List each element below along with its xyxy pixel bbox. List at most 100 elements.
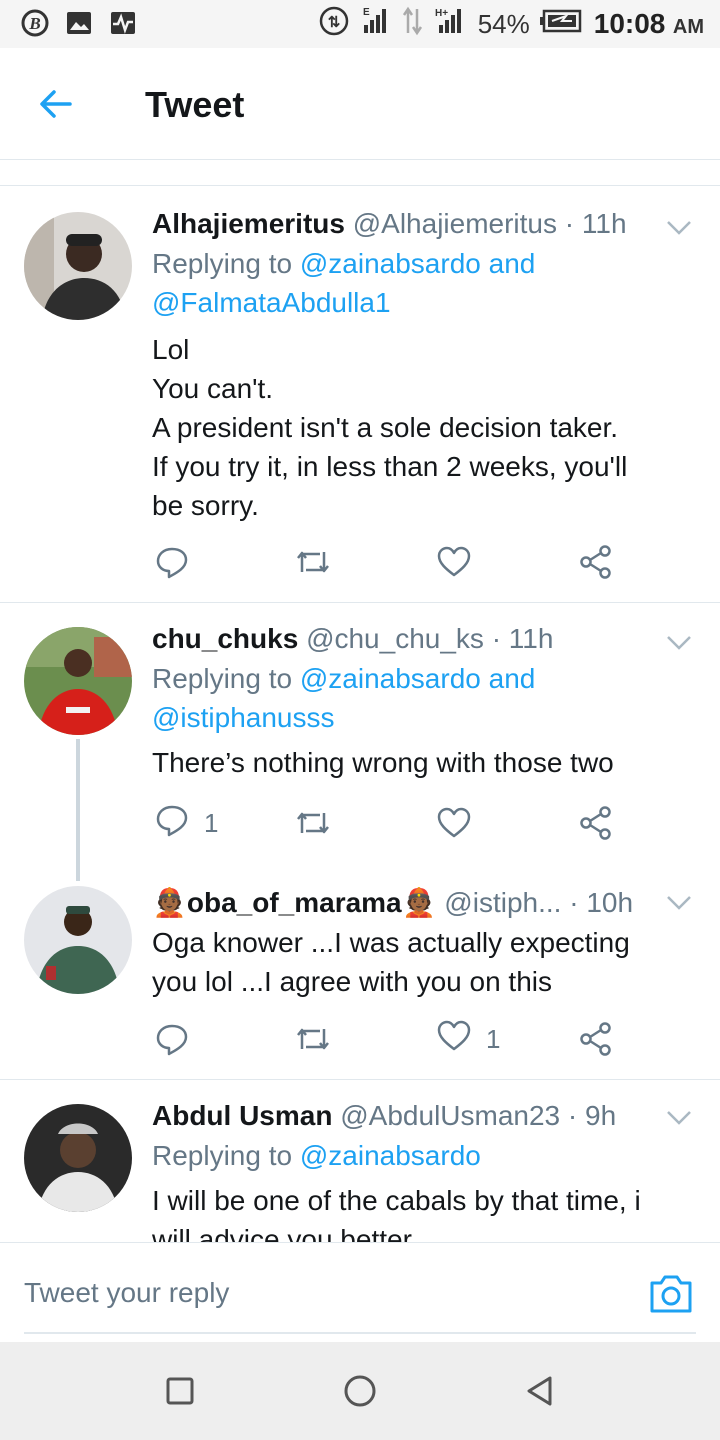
reply-icon[interactable]	[154, 1019, 190, 1059]
text-line: There’s nothing wrong with those two	[152, 747, 614, 778]
display-name[interactable]: chu_chuks	[152, 623, 298, 654]
signal-h-icon: H+	[434, 5, 468, 44]
avatar[interactable]	[24, 886, 132, 994]
replying-to: Replying to @zainabsardo and @FalmataAbd…	[152, 244, 692, 322]
tweet-text: Oga knower ...I was actually expecting y…	[152, 923, 692, 1001]
mention-link[interactable]: @zainabsardo	[300, 1140, 481, 1171]
hotspot-icon: ⇅	[318, 5, 350, 44]
text-line: be sorry.	[152, 490, 259, 521]
timestamp: · 11h	[491, 623, 554, 654]
text-line: will advice you better	[152, 1224, 412, 1242]
display-name[interactable]: Abdul Usman	[152, 1100, 332, 1131]
replying-prefix: Replying to	[152, 1140, 293, 1171]
image-icon	[64, 8, 94, 38]
like-icon	[436, 1018, 472, 1061]
reply-button[interactable]: 1	[154, 803, 218, 843]
share-icon[interactable]	[578, 1019, 614, 1059]
handle[interactable]: @Alhajiemeritus	[353, 208, 557, 239]
reply-composer: Tweet your reply	[0, 1242, 720, 1342]
system-nav-bar	[0, 1342, 720, 1440]
share-icon[interactable]	[578, 542, 614, 582]
tweet-meta: Abdul Usman @AbdulUsman23 · 9h	[152, 1098, 692, 1134]
mention-link[interactable]: @FalmataAbdulla1	[152, 287, 391, 318]
share-icon[interactable]	[578, 803, 614, 843]
tweet-text: There’s nothing wrong with those two	[152, 743, 692, 782]
like-icon[interactable]	[436, 803, 472, 843]
clock: 10:08 AM	[593, 8, 704, 39]
handle[interactable]: @AbdulUsman23	[340, 1100, 560, 1131]
data-arrows-icon	[402, 5, 424, 44]
avatar[interactable]	[24, 212, 132, 320]
timestamp: · 10h	[569, 887, 634, 918]
timestamp: · 11h	[564, 208, 627, 239]
status-bar: B ⇅ E H+ 54% 10:08 AM	[0, 0, 720, 48]
chevron-down-icon[interactable]	[666, 218, 692, 238]
text-line: you lol ...I agree with you on this	[152, 966, 552, 997]
handle[interactable]: @istiph...	[444, 887, 561, 918]
tweet-meta: chu_chuks @chu_chu_ks · 11h	[152, 621, 692, 657]
like-icon[interactable]	[436, 542, 472, 582]
home-circle-icon[interactable]	[343, 1374, 377, 1408]
chevron-down-icon[interactable]	[666, 893, 692, 913]
replying-prefix: Replying to	[152, 248, 293, 279]
svg-text:H+: H+	[435, 8, 448, 19]
b-circle-icon: B	[20, 8, 50, 38]
tweet-meta: 👲🏾oba_of_marama👲🏾 @istiph... · 10h	[152, 885, 692, 921]
tweet[interactable]: 👲🏾oba_of_marama👲🏾 @istiph... · 10h Oga k…	[0, 865, 720, 1079]
text-line: Oga knower ...I was actually expecting	[152, 927, 630, 958]
thread-line	[76, 739, 80, 881]
top-app-bar: Tweet	[0, 48, 720, 160]
recents-square-icon[interactable]	[163, 1374, 197, 1408]
text-line: Lol	[152, 334, 190, 365]
page-title: Tweet	[145, 84, 245, 125]
replying-prefix: Replying to	[152, 663, 293, 694]
mention-link[interactable]: @istiphanusss	[152, 702, 335, 733]
retweet-icon[interactable]	[294, 803, 332, 843]
timestamp: · 9h	[567, 1100, 617, 1131]
mention-link[interactable]: @zainabsardo and	[300, 663, 535, 694]
replying-to: Replying to @zainabsardo and @istiphanus…	[152, 659, 692, 737]
reply-input[interactable]: Tweet your reply	[24, 1277, 229, 1309]
mention-link[interactable]: @zainabsardo and	[300, 248, 535, 279]
like-button[interactable]: 1	[436, 1019, 500, 1059]
text-line: I will be one of the cabals by that time…	[152, 1185, 641, 1216]
chevron-down-icon[interactable]	[666, 633, 692, 653]
svg-text:B: B	[28, 14, 40, 33]
back-triangle-icon[interactable]	[523, 1374, 557, 1408]
input-underline	[24, 1332, 696, 1334]
retweet-icon[interactable]	[294, 1019, 332, 1059]
display-name[interactable]: Alhajiemeritus	[152, 208, 345, 239]
tweet-meta: Alhajiemeritus @Alhajiemeritus · 11h	[152, 206, 692, 242]
svg-text:E: E	[363, 7, 370, 18]
chevron-down-icon[interactable]	[666, 1108, 692, 1128]
text-line: A president isn't a sole decision taker.	[152, 412, 619, 443]
display-name[interactable]: 👲🏾oba_of_marama👲🏾	[152, 887, 437, 918]
camera-icon[interactable]	[648, 1273, 694, 1315]
tweet-text: I will be one of the cabals by that time…	[152, 1181, 692, 1242]
previous-tweet-edge	[0, 160, 720, 186]
like-count: 1	[486, 1023, 501, 1054]
text-line: You can't.	[152, 373, 274, 404]
retweet-icon[interactable]	[294, 542, 332, 582]
pulse-icon	[108, 8, 138, 38]
tweet-actions: 1	[152, 803, 632, 843]
tweet[interactable]: Abdul Usman @AbdulUsman23 · 9h Replying …	[0, 1080, 720, 1242]
svg-text:⇅: ⇅	[327, 14, 340, 31]
battery-percent: 54%	[477, 8, 530, 39]
tweet-actions: 1	[152, 1019, 632, 1059]
tweet[interactable]: chu_chuks @chu_chu_ks · 11h Replying to …	[0, 603, 720, 881]
reply-count: 1	[204, 807, 219, 838]
reply-icon	[154, 802, 190, 845]
back-arrow-icon[interactable]	[36, 84, 76, 124]
tweet-actions	[152, 542, 632, 582]
replying-to: Replying to @zainabsardo	[152, 1136, 692, 1175]
avatar[interactable]	[24, 627, 132, 735]
avatar[interactable]	[24, 1104, 132, 1212]
tweet[interactable]: Alhajiemeritus @Alhajiemeritus · 11h Rep…	[0, 186, 720, 602]
tweet-text: Lol You can't. A president isn't a sole …	[152, 330, 692, 525]
battery-icon	[539, 8, 584, 41]
signal-e-icon: E	[360, 5, 392, 44]
text-line: If you try it, in less than 2 weeks, you…	[152, 451, 628, 482]
handle[interactable]: @chu_chu_ks	[306, 623, 484, 654]
reply-icon[interactable]	[154, 542, 190, 582]
